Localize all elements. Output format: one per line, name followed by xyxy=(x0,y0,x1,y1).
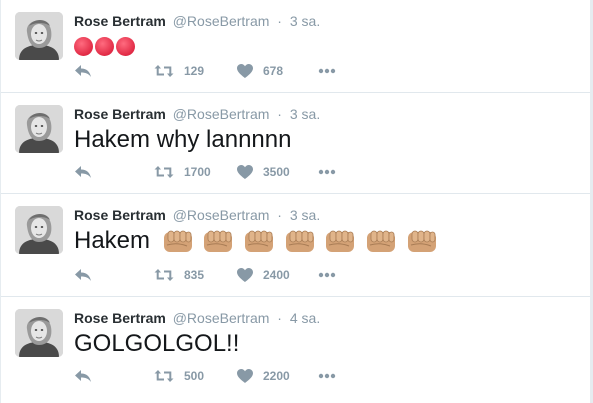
author-handle[interactable]: @RoseBertram xyxy=(173,207,270,223)
heart-icon xyxy=(237,64,253,78)
tweet-actions: 129 678 xyxy=(74,62,336,80)
retweet-count: 500 xyxy=(184,369,205,383)
reply-button[interactable] xyxy=(74,369,154,383)
tweet-text xyxy=(74,31,135,61)
avatar[interactable] xyxy=(15,105,63,153)
retweet-count: 1700 xyxy=(184,165,211,179)
separator: · xyxy=(277,106,282,122)
author-handle[interactable]: @RoseBertram xyxy=(173,310,270,326)
angry-face-icon xyxy=(74,37,93,57)
angry-face-icon xyxy=(95,37,114,57)
heart-icon xyxy=(237,268,253,282)
oncoming-fist-icon xyxy=(366,229,397,255)
tweet-actions: 1700 3500 xyxy=(74,163,336,181)
reply-button[interactable] xyxy=(74,268,154,282)
more-button[interactable] xyxy=(318,169,336,175)
retweet-button[interactable]: 835 xyxy=(154,268,237,282)
retweet-button[interactable]: 1700 xyxy=(154,165,237,179)
like-button[interactable]: 2200 xyxy=(237,369,318,383)
more-button[interactable] xyxy=(318,272,336,278)
like-count: 678 xyxy=(263,64,284,78)
timestamp[interactable]: 3 sa. xyxy=(290,106,320,122)
retweet-button[interactable]: 500 xyxy=(154,369,237,383)
author-name[interactable]: Rose Bertram xyxy=(74,310,166,326)
timestamp[interactable]: 4 sa. xyxy=(290,310,320,326)
tweet-text: GOLGOLGOL!! xyxy=(74,330,240,357)
more-icon xyxy=(318,373,336,379)
tweet-header: Rose Bertram @RoseBertram · 3 sa. xyxy=(74,105,320,123)
reply-icon xyxy=(75,65,91,77)
like-count: 3500 xyxy=(263,165,290,179)
like-button[interactable]: 678 xyxy=(237,64,318,78)
retweet-count: 129 xyxy=(184,64,205,78)
reply-icon xyxy=(75,370,91,382)
angry-face-icon xyxy=(116,37,135,57)
like-count: 2400 xyxy=(263,268,290,282)
author-name[interactable]: Rose Bertram xyxy=(74,13,166,29)
reply-icon xyxy=(75,166,91,178)
author-name[interactable]: Rose Bertram xyxy=(74,207,166,223)
heart-icon xyxy=(237,165,253,179)
tweet[interactable]: Rose Bertram @RoseBertram · 3 sa. Hakem … xyxy=(1,93,590,194)
tweet-header: Rose Bertram @RoseBertram · 4 sa. xyxy=(74,309,320,327)
oncoming-fist-icon xyxy=(244,229,275,255)
retweet-icon xyxy=(154,65,174,77)
author-name[interactable]: Rose Bertram xyxy=(74,106,166,122)
tweet[interactable]: Rose Bertram @RoseBertram · 3 sa. 129 67… xyxy=(1,0,590,93)
more-button[interactable] xyxy=(318,68,336,74)
tweet[interactable]: Rose Bertram @RoseBertram · 4 sa. GOLGOL… xyxy=(1,297,590,403)
separator: · xyxy=(277,310,282,326)
reply-button[interactable] xyxy=(74,165,154,179)
like-button[interactable]: 3500 xyxy=(237,165,318,179)
avatar[interactable] xyxy=(15,206,63,254)
timestamp[interactable]: 3 sa. xyxy=(290,13,320,29)
more-button[interactable] xyxy=(318,373,336,379)
retweet-button[interactable]: 129 xyxy=(154,64,237,78)
tweet[interactable]: Rose Bertram @RoseBertram · 3 sa. Hakem … xyxy=(1,194,590,297)
timestamp[interactable]: 3 sa. xyxy=(290,207,320,223)
retweet-icon xyxy=(154,370,174,382)
oncoming-fist-icon xyxy=(407,229,438,255)
tweet-text-word: Hakem xyxy=(74,227,151,254)
reply-button[interactable] xyxy=(74,64,154,78)
author-handle[interactable]: @RoseBertram xyxy=(173,106,270,122)
author-handle[interactable]: @RoseBertram xyxy=(173,13,270,29)
tweet-actions: 500 2200 xyxy=(74,367,336,385)
reply-icon xyxy=(75,269,91,281)
tweet-actions: 835 2400 xyxy=(74,266,336,284)
oncoming-fist-icon xyxy=(163,229,194,255)
retweet-icon xyxy=(154,269,174,281)
like-button[interactable]: 2400 xyxy=(237,268,318,282)
separator: · xyxy=(277,13,282,29)
tweet-text: Hakem why lannnnn xyxy=(74,126,292,153)
more-icon xyxy=(318,169,336,175)
heart-icon xyxy=(237,369,253,383)
more-icon xyxy=(318,272,336,278)
oncoming-fist-icon xyxy=(203,229,234,255)
tweet-header: Rose Bertram @RoseBertram · 3 sa. xyxy=(74,12,320,30)
tweet-text: Hakem xyxy=(74,226,438,256)
oncoming-fist-icon xyxy=(325,229,356,255)
avatar[interactable] xyxy=(15,12,63,60)
retweet-count: 835 xyxy=(184,268,205,282)
oncoming-fist-icon xyxy=(285,229,316,255)
like-count: 2200 xyxy=(263,369,290,383)
separator: · xyxy=(277,207,282,223)
avatar[interactable] xyxy=(15,309,63,357)
tweet-header: Rose Bertram @RoseBertram · 3 sa. xyxy=(74,206,320,224)
angry-emoji-row xyxy=(74,37,135,57)
more-icon xyxy=(318,68,336,74)
tweet-feed: Rose Bertram @RoseBertram · 3 sa. 129 67… xyxy=(0,0,591,403)
retweet-icon xyxy=(154,166,174,178)
